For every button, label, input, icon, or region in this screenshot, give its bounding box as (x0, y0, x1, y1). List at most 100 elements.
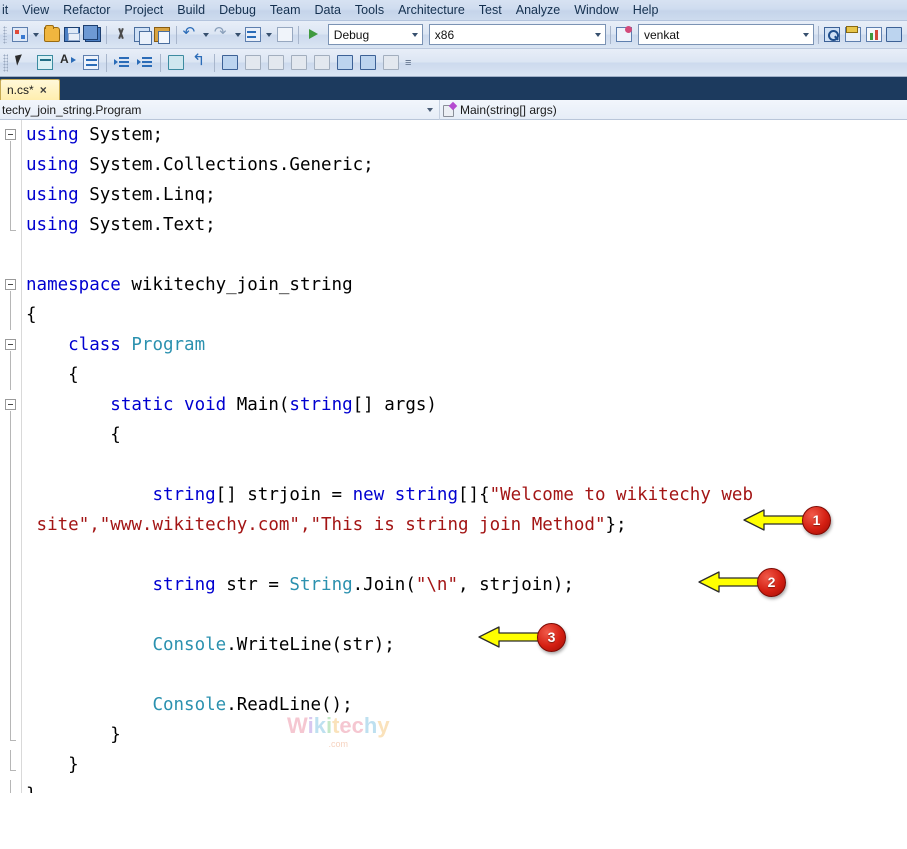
menu-item-refactor[interactable]: Refactor (56, 1, 117, 20)
close-icon[interactable]: × (40, 85, 47, 95)
start-debugging-icon[interactable] (303, 24, 323, 46)
find-input[interactable]: venkat (638, 24, 814, 45)
document-tab-program-cs[interactable]: n.cs* × (0, 79, 60, 100)
increase-indent-icon[interactable] (111, 52, 133, 74)
step-into-icon[interactable] (288, 52, 310, 74)
toolbox-icon[interactable] (34, 52, 56, 74)
code-line[interactable]: using System.Collections.Generic; (26, 150, 907, 180)
code-token: { (110, 425, 121, 445)
clear-bookmarks-icon[interactable] (380, 52, 402, 74)
menu-item-it[interactable]: it (0, 1, 15, 20)
save-icon[interactable] (62, 24, 82, 46)
window-icon[interactable] (219, 52, 241, 74)
new-project-icon[interactable] (10, 24, 30, 46)
step-icon[interactable] (242, 52, 264, 74)
code-token: []{ (458, 485, 490, 505)
solution-configuration-dropdown[interactable]: Debug (328, 24, 423, 45)
navigate-forward-icon[interactable] (275, 24, 295, 46)
menu-item-data[interactable]: Data (308, 1, 348, 20)
find-scope-icon[interactable] (614, 24, 634, 46)
code-line[interactable]: { (26, 420, 907, 450)
open-file-icon[interactable] (42, 24, 62, 46)
toolbar-overflow-icon[interactable]: ≡ (403, 57, 413, 69)
menu-item-analyze[interactable]: Analyze (509, 1, 567, 20)
toolbar-separator (298, 26, 299, 44)
menu-item-view[interactable]: View (15, 1, 56, 20)
code-line[interactable]: namespace wikitechy_join_string (26, 270, 907, 300)
sort-az-icon[interactable] (57, 52, 79, 74)
step-over-icon[interactable] (311, 52, 333, 74)
menu-item-team[interactable]: Team (263, 1, 308, 20)
menu-item-tools[interactable]: Tools (348, 1, 391, 20)
menu-item-project[interactable]: Project (117, 1, 170, 20)
comment-selection-icon[interactable] (80, 52, 102, 74)
previous-bookmark-icon[interactable] (357, 52, 379, 74)
menu-item-help[interactable]: Help (626, 1, 666, 20)
code-line[interactable] (26, 600, 907, 630)
cut-icon[interactable] (111, 24, 131, 46)
code-line[interactable]: Console.WriteLine(str); (26, 630, 907, 660)
code-token: .WriteLine(str); (226, 635, 395, 655)
solution-platform-dropdown[interactable]: x86 (429, 24, 606, 45)
navigate-backward-icon[interactable] (243, 24, 263, 46)
properties-window-icon[interactable] (843, 24, 863, 46)
step-out-icon[interactable] (265, 52, 287, 74)
code-line[interactable]: using System.Linq; (26, 180, 907, 210)
code-token: string (152, 485, 215, 505)
uncomment-block-icon[interactable] (188, 52, 210, 74)
text-editor-toolbar: ≡ (0, 49, 907, 77)
chevron-down-icon[interactable] (595, 33, 601, 37)
chevron-down-icon[interactable] (427, 108, 433, 112)
undo-dropdown-icon[interactable] (201, 24, 211, 46)
paste-icon[interactable] (152, 24, 172, 46)
code-line[interactable]: static void Main(string[] args) (26, 390, 907, 420)
object-browser-icon[interactable] (884, 24, 904, 46)
standard-toolbar: Debug x86 venkat (0, 21, 907, 49)
comment-block-icon[interactable] (165, 52, 187, 74)
navigate-backward-dropdown-icon[interactable] (264, 24, 274, 46)
next-bookmark-icon[interactable] (334, 52, 356, 74)
chart-window-icon[interactable] (864, 24, 884, 46)
member-dropdown-value: Main(string[] args) (460, 103, 557, 117)
toolbar-drag-handle[interactable] (3, 26, 7, 44)
chevron-down-icon[interactable] (412, 33, 418, 37)
decrease-indent-icon[interactable] (134, 52, 156, 74)
menu-item-build[interactable]: Build (170, 1, 212, 20)
code-line[interactable] (26, 660, 907, 690)
copy-icon[interactable] (132, 24, 152, 46)
redo-dropdown-icon[interactable] (233, 24, 243, 46)
new-project-dropdown-icon[interactable] (31, 24, 41, 46)
menu-item-test[interactable]: Test (472, 1, 509, 20)
code-line[interactable] (26, 450, 907, 480)
member-dropdown[interactable]: Main(string[] args) (440, 100, 907, 120)
code-token: "Welcome to wikitechy web (490, 485, 753, 505)
code-line[interactable]: using System.Text; (26, 210, 907, 240)
code-line[interactable]: class Program (26, 330, 907, 360)
code-line[interactable]: } (26, 720, 907, 750)
code-line[interactable] (26, 240, 907, 270)
code-editor[interactable]: using System;using System.Collections.Ge… (0, 120, 907, 793)
menu-item-debug[interactable]: Debug (212, 1, 263, 20)
save-all-icon[interactable] (83, 24, 103, 46)
chevron-down-icon[interactable] (803, 33, 809, 37)
code-line[interactable]: { (26, 300, 907, 330)
code-token: Program (131, 335, 205, 355)
code-line[interactable]: { (26, 360, 907, 390)
solution-configuration-value: Debug (334, 28, 369, 42)
type-dropdown[interactable]: techy_join_string.Program (0, 100, 440, 120)
code-token: class (68, 335, 131, 355)
pointer-icon[interactable] (11, 52, 33, 74)
annotation-callout-3: 3 (477, 620, 566, 654)
redo-icon[interactable] (212, 24, 232, 46)
menu-item-window[interactable]: Window (567, 1, 625, 20)
menu-item-architecture[interactable]: Architecture (391, 1, 472, 20)
toolbar-separator (106, 54, 107, 72)
find-in-files-icon[interactable] (823, 24, 843, 46)
toolbar-drag-handle[interactable] (3, 54, 8, 72)
code-line[interactable]: } (26, 780, 907, 793)
code-line[interactable]: using System; (26, 120, 907, 150)
code-text[interactable]: using System;using System.Collections.Ge… (0, 120, 907, 793)
code-line[interactable]: Console.ReadLine(); (26, 690, 907, 720)
undo-icon[interactable] (181, 24, 201, 46)
code-line[interactable]: } (26, 750, 907, 780)
